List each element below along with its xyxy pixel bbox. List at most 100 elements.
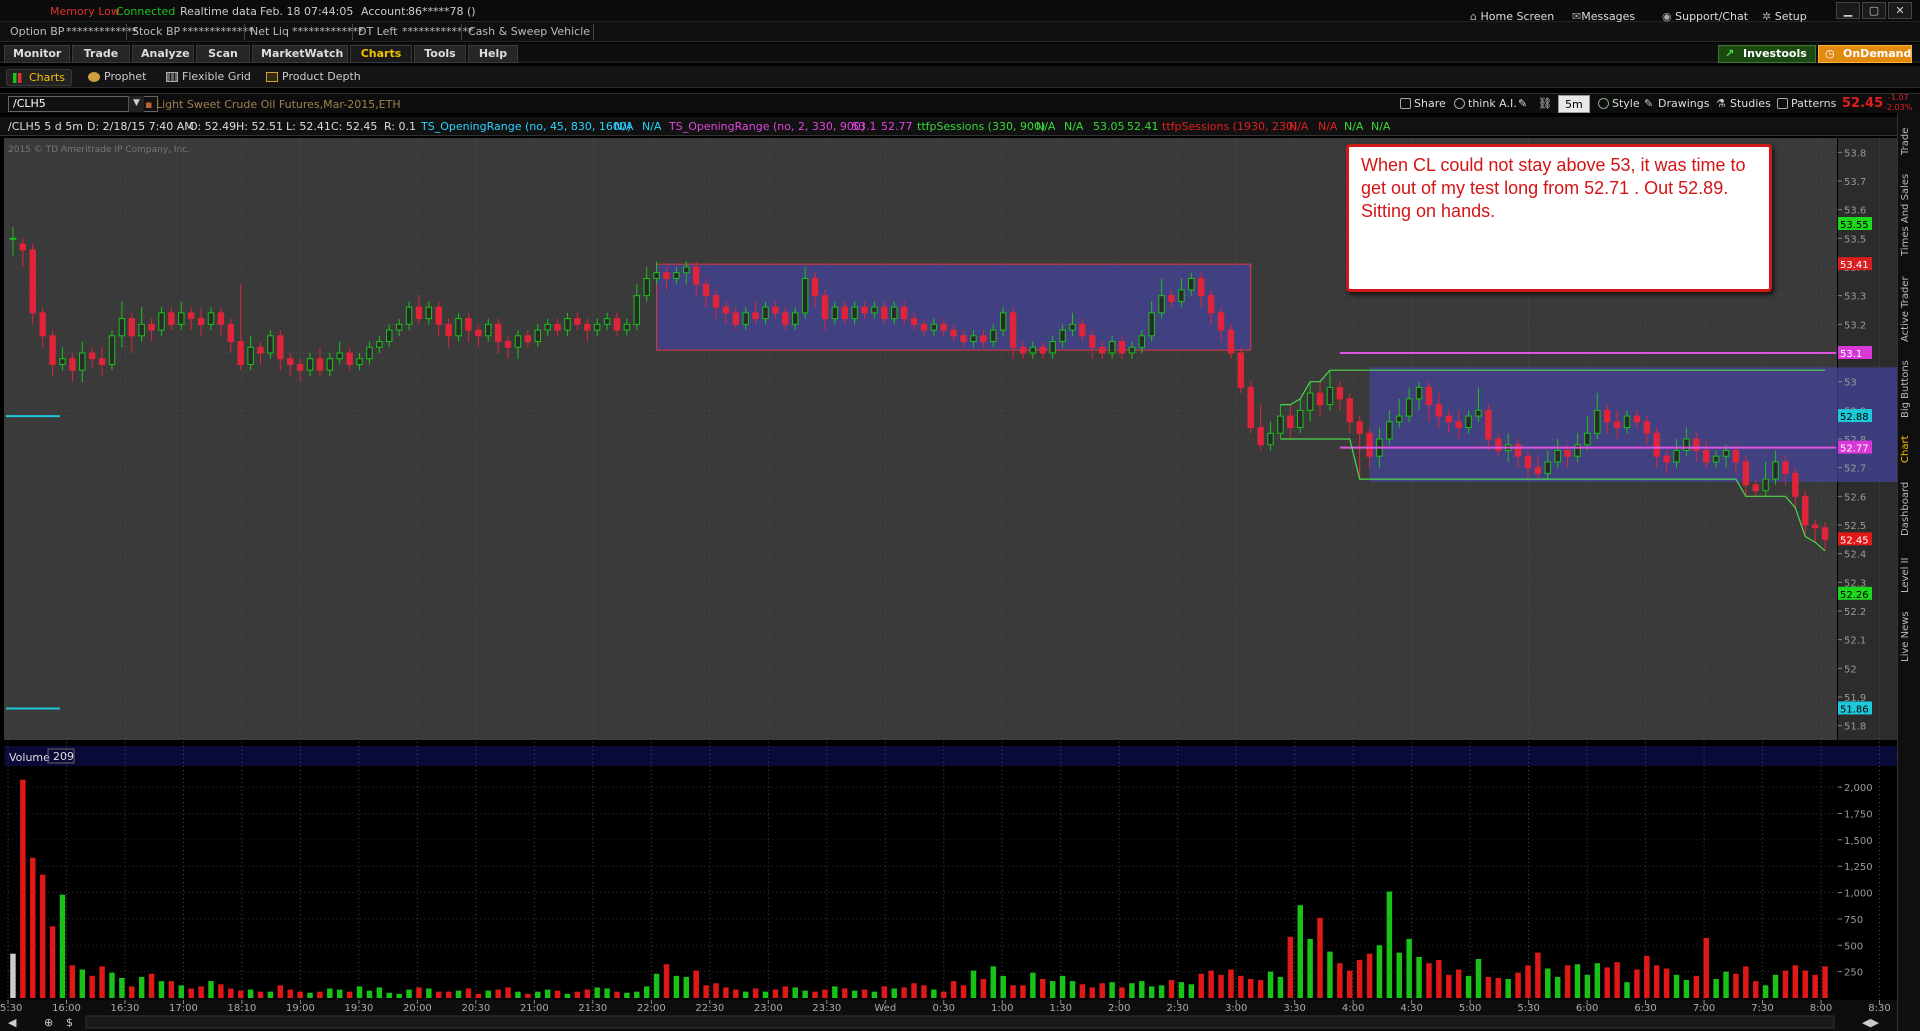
side-tab-trade[interactable]: Trade — [1900, 121, 1919, 161]
candle-body — [88, 352, 96, 360]
candle-body — [841, 306, 848, 320]
maximize-button[interactable]: ▢ — [1862, 2, 1886, 19]
account-selector[interactable]: 86*****78 () — [408, 5, 476, 18]
zoom-icon[interactable]: ⊕ — [44, 1016, 53, 1029]
candle-body — [1168, 295, 1175, 302]
volume-bar — [396, 993, 402, 998]
price-tick-label: 53.7 — [1844, 177, 1866, 188]
support-chat-button[interactable]: ◉ Support/Chat — [1662, 5, 1748, 23]
volume-bar — [1554, 976, 1561, 998]
volume-bar — [1109, 982, 1115, 998]
time-scrollbar[interactable] — [85, 1015, 1835, 1029]
candle-body — [197, 318, 205, 325]
candle-body — [1237, 352, 1245, 388]
candle-body — [772, 306, 779, 314]
think-ai-button[interactable]: think A.I. — [1452, 95, 1517, 113]
candle-body — [19, 243, 27, 251]
subtab-flexible-grid[interactable]: Flexible Grid — [160, 69, 257, 86]
studies-button[interactable]: ⚗ Studies — [1714, 95, 1771, 113]
volume-bar — [287, 989, 293, 998]
volume-bar — [69, 965, 76, 998]
candle-body — [1514, 444, 1522, 457]
volume-bar — [49, 926, 56, 998]
side-tab-level-ii[interactable]: Level II — [1900, 549, 1919, 601]
volume-bar — [1683, 980, 1690, 998]
tab-monitor[interactable]: Monitor — [4, 45, 70, 63]
candle-body — [1346, 398, 1353, 423]
time-tick-label: 3:00 — [1225, 1003, 1247, 1014]
tab-trade[interactable]: Trade — [72, 45, 130, 63]
volume-bar — [1247, 979, 1254, 998]
tab-tools[interactable]: Tools — [414, 45, 466, 63]
candle-body — [386, 329, 393, 343]
symbol-dropdown-icon[interactable]: ▼ — [128, 96, 144, 112]
candle-body — [752, 312, 759, 320]
volume-bar — [733, 989, 739, 998]
study-opening-range-1[interactable]: TS_OpeningRange (no, 45, 830, 1600) — [421, 120, 631, 133]
dollar-icon[interactable]: $ — [66, 1016, 73, 1029]
connection-status: Connected — [116, 5, 176, 18]
volume-bar — [990, 966, 996, 998]
share-button[interactable]: Share — [1398, 95, 1446, 113]
settings-button[interactable]: ✎ — [1518, 95, 1532, 113]
tab-analyze[interactable]: Analyze — [132, 45, 194, 63]
candle-body — [1574, 444, 1581, 457]
volume-bar — [1208, 970, 1214, 998]
side-tab-chart[interactable]: Chart — [1900, 429, 1919, 469]
candle-body — [237, 341, 244, 365]
home-screen-button[interactable]: ⌂ Home Screen — [1470, 5, 1554, 23]
candle-body — [692, 266, 700, 285]
setup-button[interactable]: ✲ Setup — [1762, 5, 1807, 23]
study-sessions-2[interactable]: ttfpSessions (1930, 230) — [1162, 120, 1297, 133]
side-tab-active-trader[interactable]: Active Trader — [1900, 269, 1919, 349]
close-button[interactable]: ✕ — [1888, 2, 1912, 19]
candle-body — [346, 352, 353, 365]
style-button[interactable]: Style — [1596, 95, 1640, 113]
candle-body — [1544, 461, 1552, 474]
tab-charts[interactable]: Charts — [350, 45, 412, 63]
time-tick-label: 7:30 — [1751, 1003, 1773, 1014]
investools-button[interactable]: ↗ Investools — [1718, 45, 1816, 63]
candle-body — [128, 318, 136, 337]
scroll-right-icon[interactable]: ◀▶ — [1862, 1016, 1879, 1029]
drawings-button[interactable]: ✎ Drawings — [1642, 95, 1709, 113]
volume-bar — [346, 991, 353, 998]
candle-body — [851, 306, 858, 320]
minimize-button[interactable]: ▁ — [1836, 2, 1860, 19]
side-tab-big-buttons[interactable]: Big Buttons — [1900, 353, 1919, 425]
bar-close: C: 52.45 — [331, 120, 378, 133]
volume-bar — [832, 986, 838, 998]
subtab-charts[interactable]: Charts — [6, 69, 72, 86]
candle-body — [1485, 409, 1492, 440]
chart-annotation-note[interactable]: When CL could not stay above 53, it was … — [1346, 144, 1772, 292]
volume-bar — [1148, 986, 1155, 998]
candle-body — [871, 306, 878, 314]
scroll-left-icon[interactable]: ◀ — [8, 1016, 17, 1029]
tab-help[interactable]: Help — [468, 45, 518, 63]
patterns-button[interactable]: Patterns — [1775, 95, 1836, 113]
aggregation-selector[interactable]: 5m — [1558, 95, 1590, 113]
dt-left-value: ************* — [402, 25, 474, 38]
link-button[interactable]: ⛓ — [1538, 95, 1552, 113]
study-sessions-1[interactable]: ttfpSessions (330, 900) — [917, 120, 1045, 133]
candle-body — [683, 266, 690, 274]
clock-datetime: Feb. 18 07:44:05 — [260, 5, 354, 18]
volume-bar — [1604, 967, 1610, 998]
candle-body — [811, 277, 819, 297]
volume-bar — [1317, 917, 1323, 998]
side-tab-dashboard[interactable]: Dashboard — [1900, 473, 1919, 545]
tab-scan[interactable]: Scan — [196, 45, 250, 63]
tab-marketwatch[interactable]: MarketWatch — [252, 45, 348, 63]
copyright-text: 2015 © TD Ameritrade IP Company, Inc. — [8, 145, 190, 155]
volume-bar — [515, 991, 521, 998]
study-opening-range-2[interactable]: TS_OpeningRange (no, 2, 330, 900) — [669, 120, 865, 133]
subtab-product-depth[interactable]: Product Depth — [260, 69, 367, 86]
side-tab-live-news[interactable]: Live News — [1900, 605, 1919, 669]
candle-body — [1554, 449, 1561, 463]
lightbulb-icon — [1454, 98, 1465, 109]
side-tab-times-and-sales[interactable]: Times And Sales — [1900, 165, 1919, 265]
stock-bp-label: Stock BP — [132, 25, 181, 38]
ondemand-button[interactable]: ◷ OnDemand — [1818, 45, 1912, 63]
messages-button[interactable]: ✉Messages — [1572, 5, 1635, 23]
subtab-prophet[interactable]: Prophet — [82, 69, 153, 86]
